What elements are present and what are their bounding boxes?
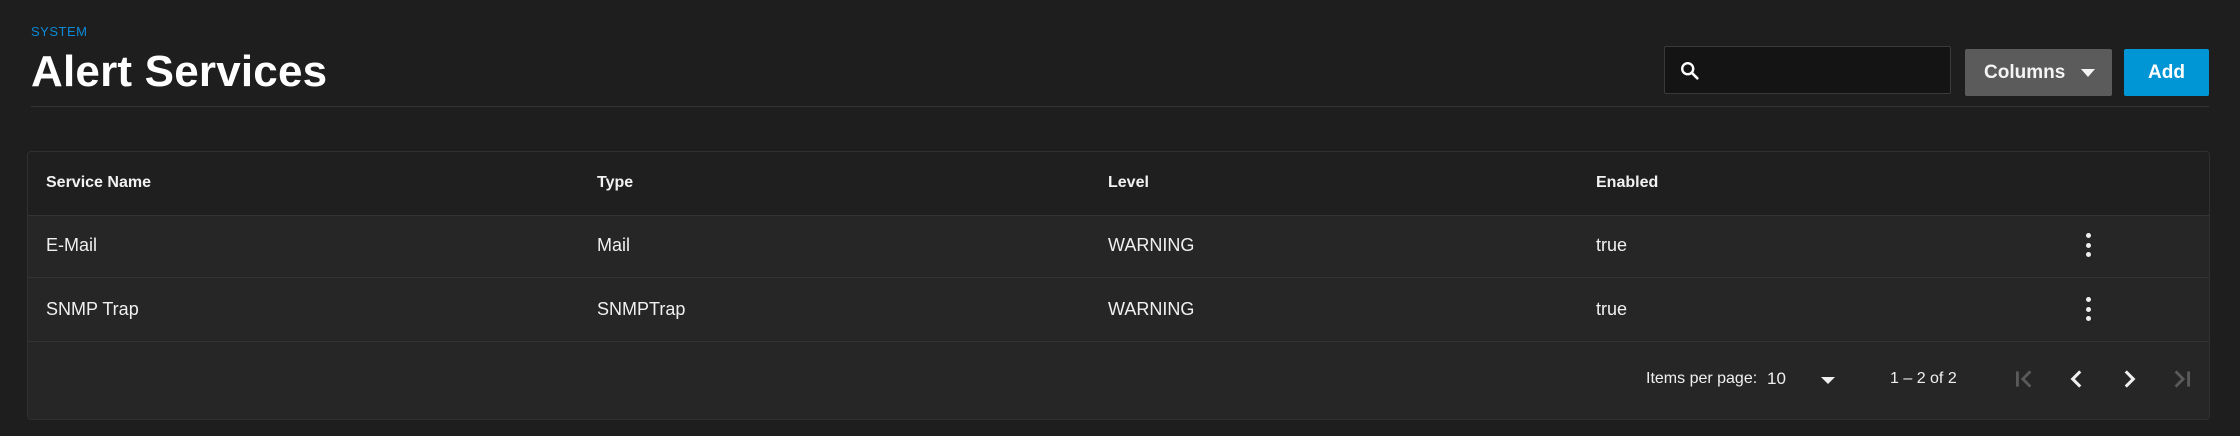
search-icon [1681, 62, 1699, 80]
more-vertical-icon[interactable] [2076, 294, 2100, 324]
cell-enabled: true [1596, 299, 1628, 319]
chevron-right-icon [2124, 370, 2136, 388]
columns-button[interactable]: Columns [1965, 49, 2112, 96]
header-divider [31, 106, 2209, 107]
search-box[interactable] [1664, 46, 1951, 95]
paginator: Items per page: 10 1 – 2 of 2 [28, 342, 2209, 419]
next-page-button[interactable] [2112, 362, 2146, 396]
first-page-icon [2016, 370, 2032, 388]
more-vertical-icon[interactable] [2076, 230, 2100, 260]
column-header-level[interactable]: Level [1108, 174, 1149, 192]
cell-service-name: E-Mail [46, 235, 98, 255]
previous-page-button[interactable] [2060, 362, 2094, 396]
page-range-label: 1 – 2 of 2 [1890, 370, 1957, 387]
column-header-enabled[interactable]: Enabled [1596, 174, 1658, 192]
table-header: Service Name Type Level Enabled [28, 152, 2209, 216]
cell-service-name: SNMP Trap [46, 299, 139, 319]
cell-enabled: true [1596, 235, 1628, 255]
search-input[interactable] [1709, 47, 1948, 95]
table-row[interactable]: E-Mail Mail WARNING true [28, 215, 2209, 278]
cell-level: WARNING [1108, 235, 1195, 255]
column-header-service-name[interactable]: Service Name [46, 174, 151, 192]
alert-services-table: Service Name Type Level Enabled E-Mail M… [27, 151, 2210, 420]
page-title: Alert Services [31, 47, 328, 96]
breadcrumb[interactable]: SYSTEM [31, 24, 87, 39]
add-button[interactable]: Add [2124, 49, 2209, 96]
cell-type: SNMPTrap [597, 299, 686, 319]
cell-type: Mail [597, 235, 631, 255]
chevron-left-icon [2070, 370, 2082, 388]
alert-services-page: SYSTEM Alert Services Columns Add Servic… [0, 0, 2240, 436]
last-page-button[interactable] [2164, 362, 2198, 396]
column-header-type[interactable]: Type [597, 174, 633, 192]
chevron-down-icon [2081, 69, 2095, 77]
table-row[interactable]: SNMP Trap SNMPTrap WARNING true [28, 279, 2209, 342]
first-page-button[interactable] [2008, 362, 2042, 396]
chevron-down-icon[interactable] [1821, 377, 1835, 384]
cell-level: WARNING [1108, 299, 1195, 319]
items-per-page-select[interactable]: 10 [1767, 369, 1786, 389]
columns-button-label: Columns [1984, 62, 2066, 83]
last-page-icon [2174, 370, 2190, 388]
items-per-page-label: Items per page: [1646, 370, 1758, 387]
